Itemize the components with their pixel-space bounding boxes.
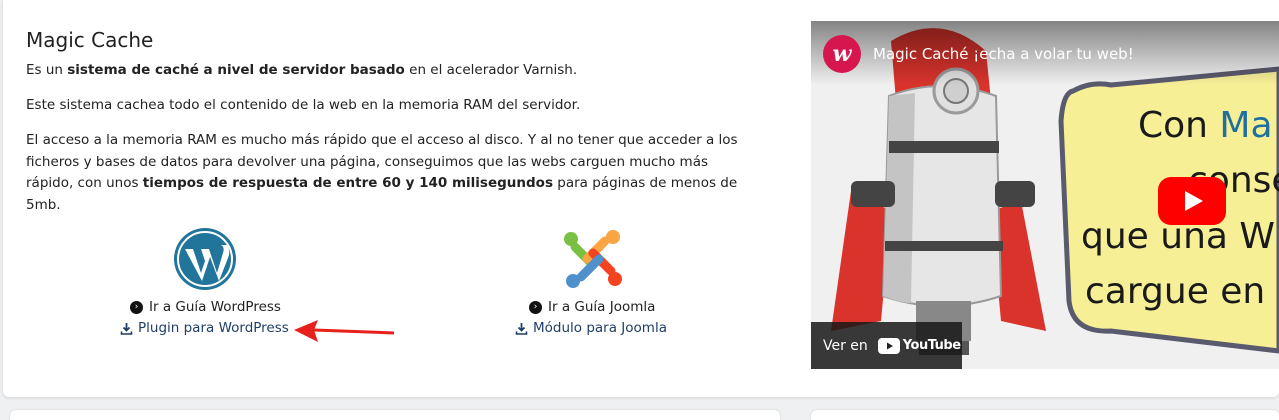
annotation-arrow [294, 320, 395, 342]
download-icon [515, 322, 528, 335]
speed-paragraph: El acceso a la memoria RAM es mucho más … [26, 132, 738, 213]
chevron-right-circle-icon: › [130, 300, 143, 314]
joomla-module-download-link[interactable]: Módulo para Joomla [515, 320, 667, 336]
wordpress-logo[interactable] [173, 227, 237, 291]
wordpress-plugin-download-link[interactable]: Plugin para WordPress [120, 320, 289, 336]
promo-line-1: Con Ma [1138, 105, 1273, 146]
video-title[interactable]: Magic Caché ¡echa a volar tu web! [873, 45, 1134, 63]
youtube-logo: YouTube [877, 337, 961, 354]
watch-on-youtube-button[interactable]: Ver en YouTube [811, 322, 962, 369]
section-title: Magic Cache [26, 28, 154, 52]
watch-on-label: Ver en [823, 337, 868, 354]
chevron-right-circle-icon: › [529, 300, 542, 314]
channel-avatar[interactable]: w [823, 35, 861, 73]
intro-paragraph: Es un sistema de caché a nivel de servid… [26, 62, 578, 78]
joomla-guide-link[interactable]: › Ir a Guía Joomla [529, 299, 655, 315]
download-icon [120, 322, 133, 335]
next-card [10, 410, 780, 420]
youtube-video-embed[interactable]: w Magic Caché ¡echa a volar tu web! Con … [811, 21, 1279, 369]
joomla-logo[interactable] [561, 227, 625, 291]
ram-paragraph: Este sistema cachea todo el contenido de… [26, 97, 581, 113]
next-side-card [811, 410, 1279, 420]
play-button[interactable] [1158, 177, 1226, 225]
promo-line-4: cargue en [1085, 271, 1266, 312]
youtube-play-icon [877, 337, 900, 354]
wordpress-guide-link[interactable]: › Ir a Guía WordPress [130, 299, 281, 315]
